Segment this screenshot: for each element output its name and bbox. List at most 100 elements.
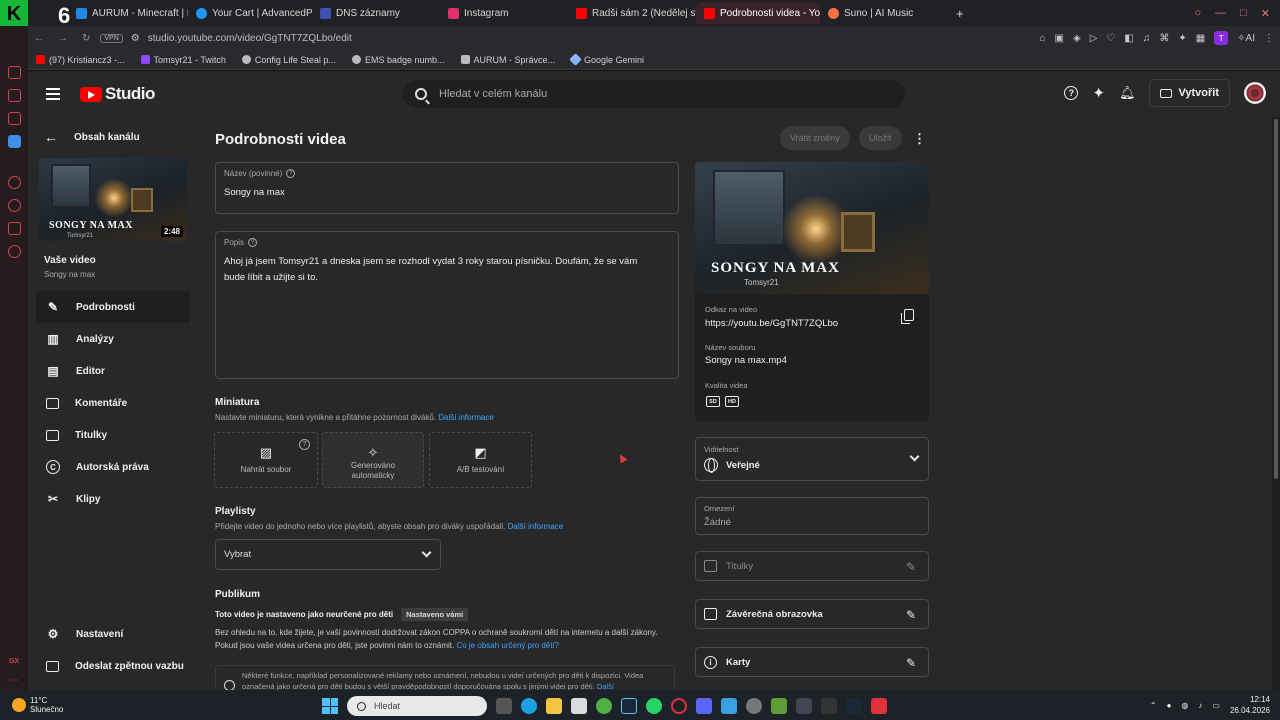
extension-icon[interactable]: ◧ xyxy=(1124,33,1133,44)
channel-search-input[interactable]: Hledat v celém kanálu xyxy=(403,80,905,108)
store-icon[interactable] xyxy=(571,698,587,714)
music-icon[interactable]: ♫ xyxy=(1143,33,1151,44)
title-field[interactable]: Název (povinné)? Songy na max xyxy=(215,162,679,214)
sparkle-icon[interactable]: ✦ xyxy=(1092,84,1105,102)
menu-icon[interactable]: ⋮ xyxy=(1264,33,1274,44)
sidebar-item-clips[interactable]: ✂ Klipy xyxy=(36,483,190,515)
gx-icon[interactable]: GX xyxy=(9,658,19,665)
bell-icon[interactable]: 🔔︎ xyxy=(1119,85,1136,101)
description-field[interactable]: Popis? Ahoj já jsem Tomsyr21 a dneska js… xyxy=(215,231,679,379)
more-options-icon[interactable]: ⋮ xyxy=(913,131,926,147)
profile-icon[interactable]: T xyxy=(1214,31,1229,45)
pin-icon[interactable]: ⌂ xyxy=(1039,33,1045,44)
pencil-icon[interactable]: ✎ xyxy=(906,609,918,621)
settings-icon[interactable] xyxy=(7,245,21,258)
minimize-icon[interactable]: — xyxy=(1215,7,1226,20)
bookmark-item[interactable]: (97) Kristiancz3 -... xyxy=(36,55,125,65)
sidebar-item-comments[interactable]: Komentáře xyxy=(36,387,190,419)
sidebar-item-editor[interactable]: ▤ Editor xyxy=(36,355,190,387)
more-info-link[interactable]: Další informace xyxy=(508,522,564,531)
weather-widget[interactable]: 11°C Slunečno xyxy=(12,696,63,714)
wallet-icon[interactable]: ▦ xyxy=(1196,33,1205,44)
puzzle-icon[interactable]: ✦ xyxy=(1178,33,1186,44)
file-explorer-icon[interactable] xyxy=(546,698,562,714)
bookmark-item[interactable]: AURUM - Správce... xyxy=(460,55,555,65)
sidebar-item-settings[interactable]: ⚙ Nastavení xyxy=(36,618,190,650)
close-icon[interactable]: ✕ xyxy=(1261,7,1270,20)
sidebar-app-icon[interactable] xyxy=(7,89,21,102)
controller-icon[interactable] xyxy=(821,698,837,714)
history-icon[interactable] xyxy=(7,199,21,212)
settings-icon[interactable] xyxy=(746,698,762,714)
snapshot-icon[interactable]: ▣ xyxy=(1055,33,1064,44)
taskbar-clock[interactable]: 12:14 26.04.2026 xyxy=(1230,694,1270,716)
cards-row[interactable]: i Karty ✎ xyxy=(695,647,929,677)
xbox-icon[interactable] xyxy=(596,698,612,714)
discord-icon[interactable] xyxy=(696,698,712,714)
app-icon[interactable] xyxy=(796,698,812,714)
url-input[interactable]: studio.youtube.com/video/GgTNT7ZQLbo/edi… xyxy=(148,33,352,44)
search-tabs-icon[interactable]: ○ xyxy=(1194,7,1201,20)
sidebar-item-feedback[interactable]: Odeslat zpětnou vazbu xyxy=(36,650,190,682)
create-button[interactable]: Vytvořit xyxy=(1149,79,1230,107)
forward-icon[interactable]: → xyxy=(58,33,68,44)
bookmark-item[interactable]: Tomsyr21 - Twitch xyxy=(140,55,226,65)
edge-icon[interactable] xyxy=(521,698,537,714)
taskbar-search-input[interactable]: Hledat xyxy=(347,696,487,716)
sidebar-item-copyright[interactable]: C Autorská práva xyxy=(36,451,190,483)
undo-changes-button[interactable]: Vrátit změny xyxy=(780,126,850,150)
task-view-icon[interactable] xyxy=(496,698,512,714)
browser-tab[interactable]: Your Cart | AdvancedPlug xyxy=(188,2,312,24)
more-info-link[interactable]: Další informace xyxy=(438,413,494,422)
volume-icon[interactable]: ♪ xyxy=(1198,701,1202,710)
playlist-select[interactable]: Vybrat xyxy=(215,539,441,570)
browser-tab-active[interactable]: Podrobnosti videa - Yo xyxy=(696,2,820,24)
restrictions-field[interactable]: Omezení Žádné xyxy=(695,497,929,535)
page-scrollbar[interactable] xyxy=(1272,117,1280,690)
battery-icon[interactable]: ▭ xyxy=(1212,701,1220,710)
network-icon[interactable]: ◍ xyxy=(1181,701,1188,710)
sidebar-app-icon[interactable] xyxy=(7,66,21,79)
help-icon[interactable]: ? xyxy=(248,238,258,247)
maximize-icon[interactable]: □ xyxy=(1240,7,1247,20)
copy-icon[interactable] xyxy=(901,309,914,324)
ai-icon[interactable]: ✧AI xyxy=(1237,33,1255,44)
browser-tab[interactable]: Radši sám 2 (Nedělej ste xyxy=(568,2,696,24)
reload-icon[interactable]: ↻ xyxy=(82,33,90,44)
play-icon[interactable]: ▷ xyxy=(1090,33,1098,44)
mic-icon[interactable]: ● xyxy=(1167,701,1172,710)
whatsapp-icon[interactable] xyxy=(646,698,662,714)
save-button[interactable]: Uložit xyxy=(859,126,902,150)
sidebar-app-icon[interactable] xyxy=(7,176,21,189)
more-icon[interactable]: ⋯ xyxy=(9,675,19,686)
windows-start-icon[interactable] xyxy=(322,698,338,714)
video-thumbnail[interactable]: SONGY NA MAX Tomsyr21 2:48 xyxy=(39,158,187,241)
browser-tab[interactable]: DNS záznamy xyxy=(312,2,440,24)
help-icon[interactable]: ? xyxy=(286,169,296,178)
avatar[interactable] xyxy=(1244,82,1266,104)
vpn-badge[interactable]: VPN xyxy=(100,33,123,43)
settings-tune-icon[interactable]: ⚙ xyxy=(131,33,140,44)
back-icon[interactable]: ← xyxy=(34,33,44,44)
help-icon[interactable]: ? xyxy=(299,439,310,450)
adobe-icon[interactable] xyxy=(871,698,887,714)
bookmark-item[interactable]: Google Gemini xyxy=(569,53,644,66)
video-link[interactable]: https://youtu.be/GgTNT7ZQLbo xyxy=(705,318,838,329)
subtitles-row[interactable]: Titulky ✎ xyxy=(695,551,929,581)
ab-testing-button[interactable]: ◩ A/B testování xyxy=(429,432,532,488)
end-screen-row[interactable]: Závěrečná obrazovka ✎ xyxy=(695,599,929,629)
steam-icon[interactable] xyxy=(621,698,637,714)
heart-icon[interactable]: ♡ xyxy=(1106,33,1115,44)
auto-generated-thumbnail[interactable]: ✧ Generováno automaticky xyxy=(322,432,424,488)
sidebar-item-subtitles[interactable]: Titulky xyxy=(36,419,190,451)
pencil-icon[interactable]: ✎ xyxy=(906,657,918,669)
sidebar-item-details[interactable]: ✎ Podrobnosti xyxy=(36,291,190,323)
minecraft-icon[interactable] xyxy=(771,698,787,714)
sidebar-app-icon[interactable] xyxy=(7,222,21,235)
studio-logo[interactable]: Studio xyxy=(80,84,155,104)
browser-tab[interactable]: Instagram xyxy=(440,2,568,24)
browser-tab[interactable]: AURUM - Minecraft | Host xyxy=(68,2,188,24)
video-preview-player[interactable]: SONGY NA MAX Tomsyr21 xyxy=(695,162,929,294)
photos-icon[interactable] xyxy=(721,698,737,714)
scrollbar-thumb[interactable] xyxy=(1274,119,1278,479)
